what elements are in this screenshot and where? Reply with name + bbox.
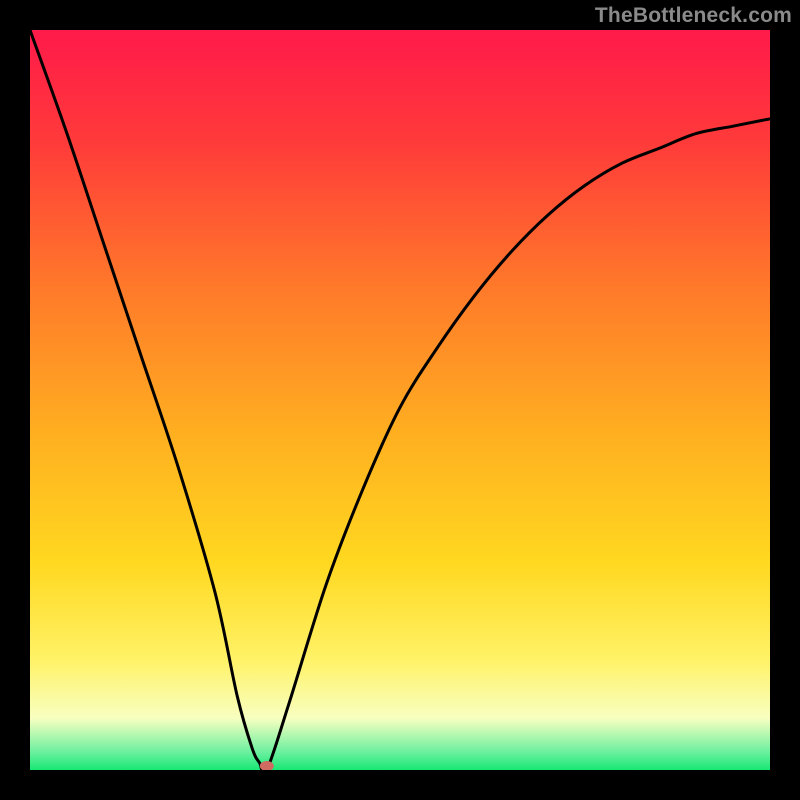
chart-frame: TheBottleneck.com bbox=[0, 0, 800, 800]
plot-svg bbox=[30, 30, 770, 770]
background-gradient bbox=[30, 30, 770, 770]
watermark-label: TheBottleneck.com bbox=[595, 4, 792, 28]
plot-area bbox=[30, 30, 770, 770]
